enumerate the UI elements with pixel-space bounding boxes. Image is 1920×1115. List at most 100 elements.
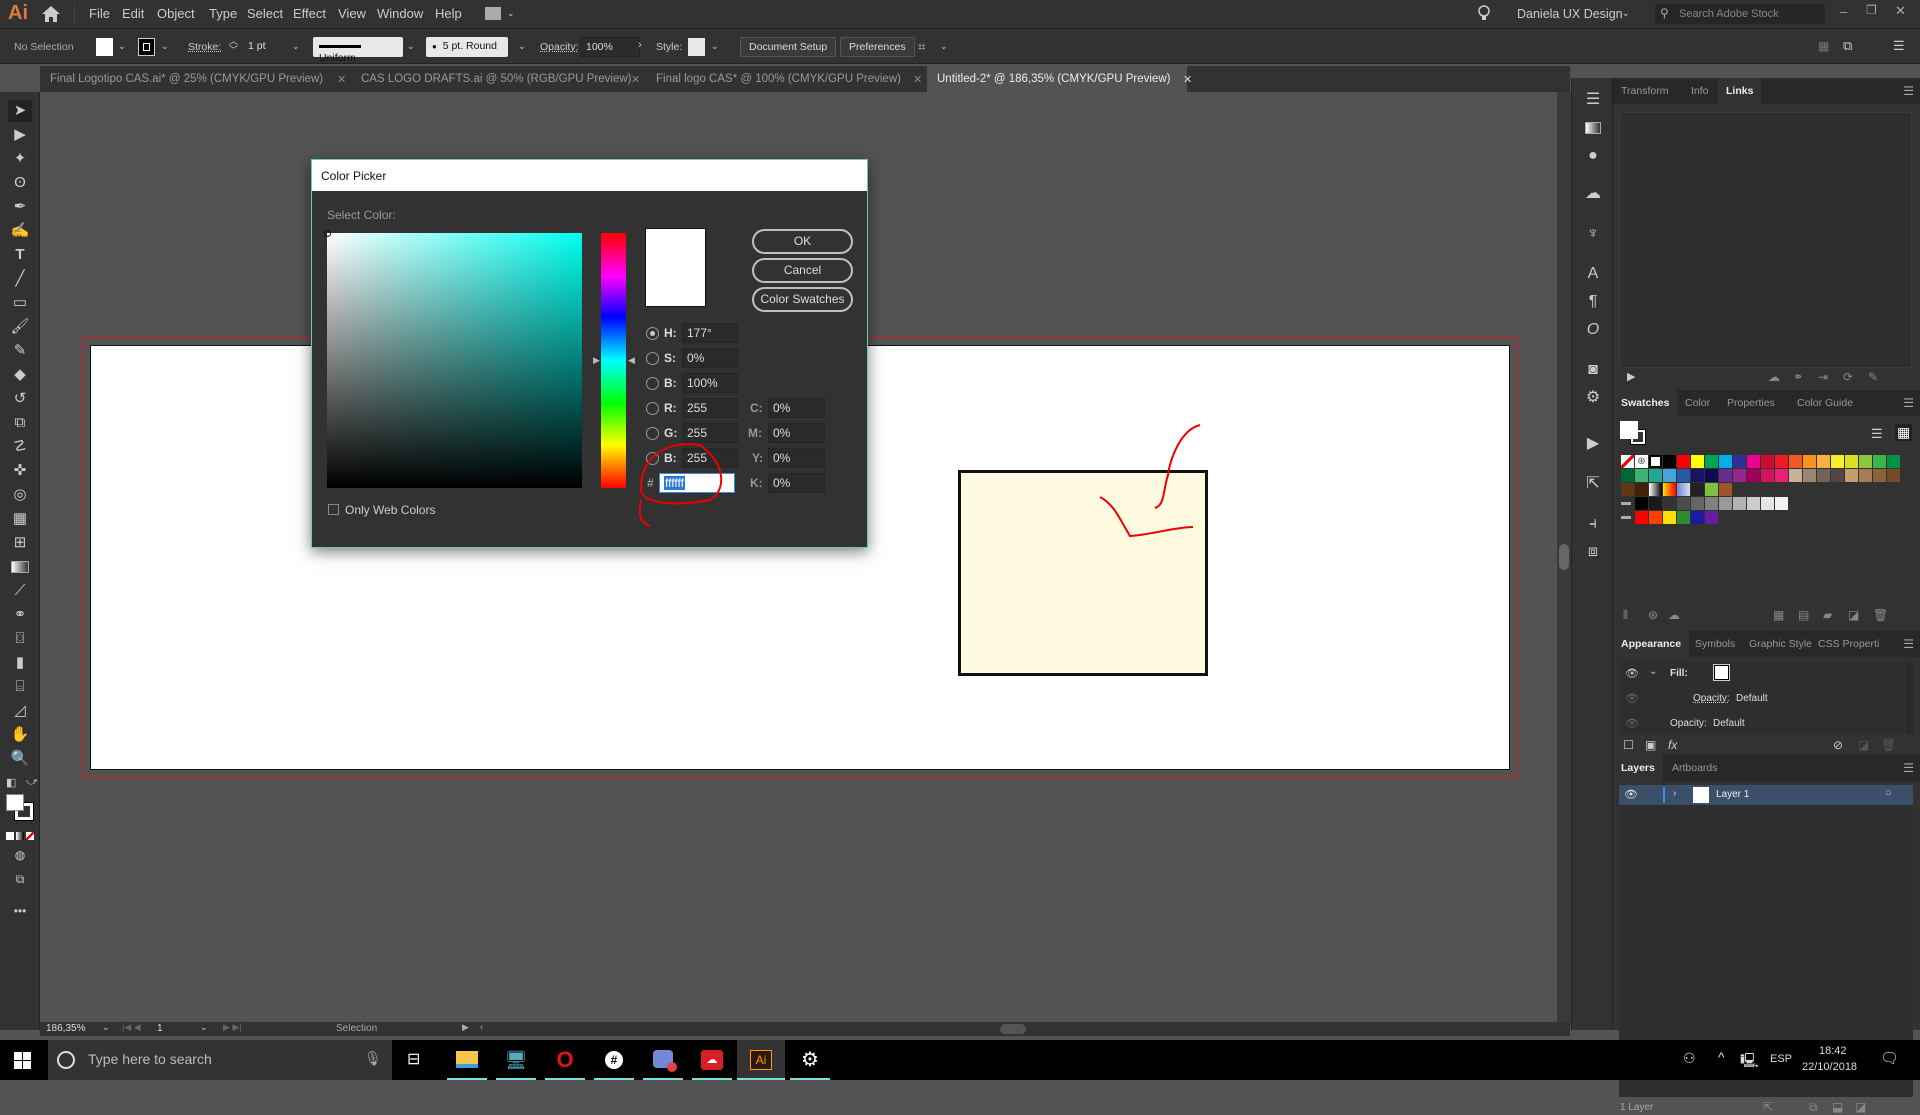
taskbar-file-explorer[interactable] [447,1040,487,1080]
swatch[interactable] [1845,469,1858,482]
hand-tool-icon[interactable]: ✋ [8,724,32,746]
chevron-down-icon[interactable]: ⌄ [940,41,948,52]
saturation-field[interactable]: 0% [682,348,738,368]
tab-untitled-2[interactable]: Untitled-2* @ 186,35% (CMYK/GPU Preview) [927,66,1187,92]
panel-menu-icon[interactable]: ☰ [1903,637,1914,651]
column-graph-tool-icon[interactable]: ▮ [8,652,32,674]
hue-slider[interactable] [601,233,626,488]
input-language[interactable]: ESP [1770,1053,1792,1065]
tab-layers[interactable]: Layers [1613,755,1663,781]
swatch[interactable] [1761,469,1774,482]
swatch[interactable] [1789,455,1802,468]
hue-field[interactable]: 177° [682,323,738,343]
show-swatch-kinds-icon[interactable]: ⊛ [1648,608,1658,622]
tab-final-logo-cas[interactable]: Final logo CAS* @ 100% (CMYK/GPU Preview… [646,66,911,92]
show-hidden-icons-icon[interactable]: ^ [1718,1049,1725,1065]
menu-object[interactable]: Object [157,6,195,21]
asset-export-icon[interactable]: ♆ [1580,222,1606,246]
swatch[interactable] [1621,469,1634,482]
swatch[interactable] [1747,497,1760,510]
artboard-number-field[interactable]: 1 [157,1023,197,1034]
tab-graphic-styles[interactable]: Graphic Style [1741,631,1820,657]
swatch[interactable] [1649,455,1662,468]
menu-view[interactable]: View [338,6,366,21]
restore-button[interactable]: ❐ [1866,3,1877,17]
more-tools-icon[interactable]: ••• [8,900,32,922]
swatch[interactable] [1803,455,1816,468]
brightness-radio[interactable] [646,377,659,390]
menu-select[interactable]: Select [247,6,283,21]
home-icon[interactable] [40,4,62,24]
black-field[interactable]: 0% [768,473,825,493]
draw-mode-icon[interactable]: ◍ [8,844,32,866]
swatch[interactable] [1719,497,1732,510]
expand-layer-icon[interactable]: › [1673,788,1676,799]
gradient-tool-icon[interactable] [8,556,32,578]
graphic-style-swatch[interactable] [688,38,705,56]
swatch[interactable] [1775,469,1788,482]
network-status-icon[interactable]: 🖳 [1740,1050,1759,1074]
collect-for-export-icon[interactable]: ⇱ [1763,1100,1773,1114]
clear-appearance-icon[interactable]: ⊘ [1833,738,1843,752]
green-radio[interactable] [646,427,659,440]
blue-field[interactable]: 255 [682,448,738,468]
clock-date[interactable]: 22/10/2018 [1802,1061,1857,1073]
taskbar-network-app[interactable]: 🖥 [496,1040,536,1080]
swatch[interactable] [1635,483,1648,496]
perspective-grid-tool-icon[interactable]: ▦ [8,508,32,530]
object-opacity-label[interactable]: Opacity: [1670,718,1707,729]
menu-help[interactable]: Help [435,6,462,21]
chevron-down-icon[interactable]: ⌄ [118,41,126,52]
color-group-folder-icon[interactable]: ▬ [1621,497,1634,510]
arrange-documents-icon[interactable]: ⧉ [1843,38,1852,54]
relink-icon[interactable]: ⚭ [1793,370,1803,384]
type-tool-icon[interactable]: T [8,244,32,266]
tab-final-logotipo[interactable]: Final Logotipo CAS.ai* @ 25% (CMYK/GPU P… [40,66,333,92]
swatch[interactable] [1831,455,1844,468]
swatch-options-icon[interactable]: ▦ [1773,608,1784,622]
delete-layer-icon[interactable]: 🗑 [1878,1100,1893,1114]
chevron-right-icon[interactable]: › [638,39,642,51]
opacity-field[interactable]: 100% [580,37,640,57]
clipping-mask-icon[interactable]: ⧉ [1809,1100,1818,1115]
swatch[interactable] [1663,469,1676,482]
eraser-tool-icon[interactable]: ◆ [8,364,32,386]
align-panel-icon[interactable]: ⫞ [1580,512,1606,536]
rectangle-tool-icon[interactable]: ▭ [8,292,32,314]
swatch[interactable] [1635,511,1648,524]
transform-icon[interactable]: ⌗ [918,39,925,55]
clock-time[interactable]: 18:42 [1819,1045,1847,1057]
menu-edit[interactable]: Edit [122,6,144,21]
visibility-eye-icon[interactable]: 👁 [1625,692,1639,705]
only-web-colors-checkbox[interactable] [328,504,339,515]
hex-field[interactable]: ffffff [659,473,735,493]
artboard-tool-icon[interactable]: ⌸ [8,676,32,698]
delete-swatch-icon[interactable]: 🗑 [1873,608,1888,622]
only-web-colors-label[interactable]: Only Web Colors [345,503,435,517]
last-artboard-icon[interactable]: ▶ ▶| [223,1022,242,1033]
swatch[interactable] [1691,483,1704,496]
swatch[interactable] [1677,469,1690,482]
duplicate-item-icon[interactable]: ◪ [1858,738,1869,752]
swatch[interactable] [1719,469,1732,482]
swatch[interactable] [1691,511,1704,524]
swatches-fill-indicator[interactable] [1620,421,1638,439]
actions-play-icon[interactable]: ▶ [1580,432,1606,456]
default-fill-stroke-icon[interactable]: ◧ [6,776,16,789]
swatch[interactable] [1873,469,1886,482]
swatch[interactable] [1733,497,1746,510]
visibility-eye-icon[interactable]: 👁 [1624,788,1638,801]
cc-swatch-icon[interactable]: ☁ [1668,608,1680,622]
mesh-tool-icon[interactable]: ⊞ [8,532,32,554]
new-swatch-icon[interactable]: ◪ [1848,608,1859,622]
green-field[interactable]: 255 [682,423,738,443]
color-group-folder-icon[interactable]: ▬ [1621,511,1634,524]
swatch[interactable] [1733,469,1746,482]
tab-transform[interactable]: Transform [1613,78,1676,104]
swatch[interactable] [1817,469,1830,482]
tab-color[interactable]: Color [1677,390,1718,416]
stock-search-input[interactable]: ⚲ Search Adobe Stock [1655,4,1825,24]
workspace-switcher[interactable]: Daniela UX Design [1517,7,1623,21]
swatch[interactable] [1705,497,1718,510]
swatch[interactable] [1845,455,1858,468]
